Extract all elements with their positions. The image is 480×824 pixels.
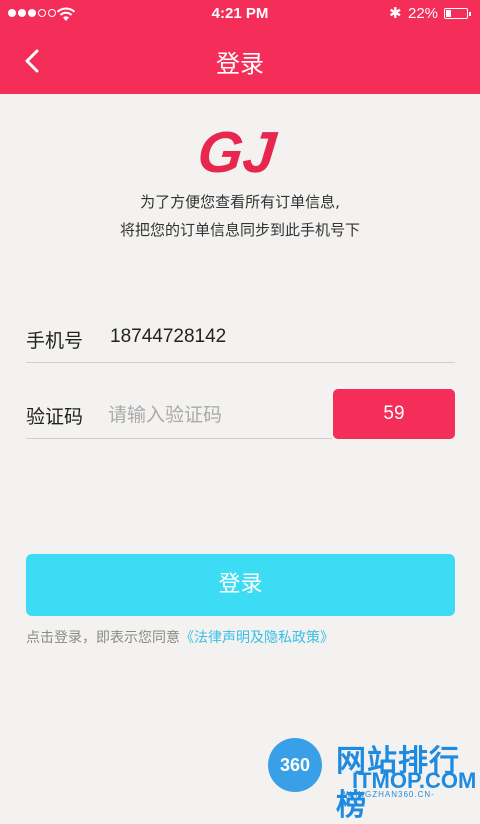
battery-fill [446,10,451,17]
navigation-bar: 登录 [0,28,480,94]
status-bar: 4:21 PM ✱ 22% [0,0,480,28]
intro-line-1: 为了方便您查看所有订单信息, [140,193,340,211]
bluetooth-icon: ✱ [389,4,402,22]
battery-percent: 22% [408,5,439,22]
verification-code-input[interactable] [106,398,320,432]
phone-number-field[interactable]: 18744728142 [110,326,226,348]
resend-code-countdown-button[interactable]: 59 [333,389,455,439]
code-divider [26,438,332,439]
phone-divider [26,362,455,363]
legal-privacy-link[interactable]: 《法律声明及隐私政策》 [180,630,334,646]
svg-text:GJ: GJ [196,122,281,180]
code-label: 验证码 [26,406,84,428]
intro-line-2: 将把您的订单信息同步到此手机号下 [119,221,360,239]
login-button[interactable]: 登录 [26,554,455,616]
watermark: 360 网站排行榜 ITMOP.COM -WANGZHAN360.CN- [268,738,480,823]
watermark-circle: 360 [268,738,322,792]
brand-logo: GJ [196,122,281,180]
phone-label: 手机号 [26,330,84,352]
battery-icon [444,8,471,19]
page-title: 登录 [216,50,264,78]
agreement-text: 点击登录，即表示您同意《法律声明及隐私政策》 [26,627,334,647]
watermark-subdomain: -WANGZHAN360.CN- [340,790,435,799]
agreement-prefix: 点击登录，即表示您同意 [26,630,180,646]
